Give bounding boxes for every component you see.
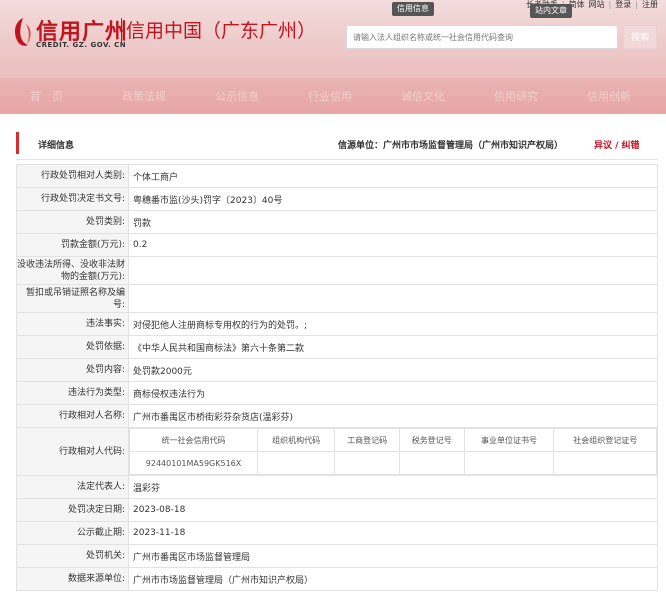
source-value: 广州市市场监督管理局（广州市知识产权局） [383,141,564,151]
code-value [553,451,657,475]
nav-innovation[interactable]: 信用创新 [587,88,631,104]
detail-card: 详细信息 信源单位：广州市市场监督管理局（广州市知识产权局） 异议 / 纠错 行… [8,120,658,592]
table-row: 公示截止期: 2023-11-18 [16,521,658,545]
logo-domain: CREDIT. GZ. GOV. CN [36,41,127,49]
row-value: 《中华人民共和国商标法》第六十条第二款 [128,335,658,359]
detail-table: 行政处罚相对人类别: 个体工商户 行政处罚决定书文号: 粤穗番市监(沙头)罚字〔20… [16,164,658,591]
code-value [463,451,555,475]
row-value: 温彩芬 [128,475,658,499]
row-label: 暂扣或吊销证照名称及编号: [16,284,129,313]
detail-card-header: 详细信息 信源单位：广州市市场监督管理局（广州市知识产权局） 异议 / 纠错 [16,126,658,160]
site-link[interactable]: 网站 [589,0,605,10]
source-unit: 信源单位：广州市市场监督管理局（广州市知识产权局） [338,138,563,151]
card-title: 详细信息 [38,141,75,151]
table-row: 处罚依据: 《中华人民共和国商标法》第六十条第二款 [16,335,658,359]
table-row: 处罚内容: 处罚款2000元 [16,358,658,382]
code-header: 社会组织登记证号 [553,428,657,452]
row-value: 商标侵权违法行为 [128,381,658,405]
row-label: 处罚内容: [16,358,129,382]
table-row: 处罚决定日期: 2023-08-18 [16,498,658,522]
table-row: 罚款金额(万元): 0.2 [16,233,658,257]
table-row: 行政相对人名称: 广州市番禺区市桥街彩芬杂货店(温彩芬) [16,404,658,428]
row-label: 处罚决定日期: [16,498,129,522]
search-input[interactable] [346,25,618,49]
nav-research[interactable]: 信用研究 [494,88,538,104]
table-row: 行政相对人代码: 统一社会信用代码 组织机构代码 工商登记码 税务登记号 事业单… [16,427,658,476]
code-header: 组织机构代码 [256,428,336,452]
table-row: 违法行为类型: 商标侵权违法行为 [16,381,658,405]
credit-info-tab[interactable]: 信用信息 [392,2,434,16]
row-label: 违法行为类型: [16,381,129,405]
row-label: 行政处罚决定书文号: [16,187,129,211]
row-label: 罚款金额(万元): [16,233,129,257]
site-subtitle: 信用中国（广东广州） [126,20,317,42]
nav-home[interactable]: 首 页 [30,88,63,104]
table-row: 数据来源单位: 广州市市场监督管理局（广州市知识产权局） [16,567,658,591]
row-value: 粤穗番市监(沙头)罚字〔2023〕40号 [128,187,658,211]
row-value: 广州市番禺区市场监督管理局 [128,544,658,568]
row-value: 广州市番禺区市桥街彩芬杂货店(温彩芬) [128,404,658,428]
row-label: 没收违法所得、没收非法财物的金额(万元): [16,256,129,285]
table-row: 行政处罚相对人类别: 个体工商户 [16,164,658,188]
site-header: 信用广州 CREDIT. GZ. GOV. CN 信用中国（广东广州） 长者助手… [0,0,666,114]
row-value: 0.2 [128,233,658,257]
code-value [256,451,336,475]
row-label: 处罚类别: [16,210,129,234]
code-cell: 统一社会信用代码 组织机构代码 工商登记码 税务登记号 事业单位证书号 社会组织… [128,427,658,476]
row-value: 对侵犯他人注册商标专用权的行为的处罚。; [128,312,658,336]
table-row: 法定代表人: 温彩芬 [16,475,658,499]
row-label: 公示截止期: [16,521,129,545]
login-link[interactable]: 登录 [615,0,631,10]
nav-industry[interactable]: 行业信用 [308,88,352,104]
row-value: 2023-08-18 [128,498,658,522]
title-accent-bar [16,132,19,154]
table-row: 行政处罚决定书文号: 粤穗番市监(沙头)罚字〔2023〕40号 [16,187,658,211]
code-subtable: 统一社会信用代码 组织机构代码 工商登记码 税务登记号 事业单位证书号 社会组织… [129,428,657,475]
row-value: 罚款 [128,210,658,234]
source-label: 信源单位： [338,141,384,151]
nav-publicity[interactable]: 公示信息 [215,88,259,104]
table-row: 暂扣或吊销证照名称及编号: [16,284,658,313]
code-value [398,451,465,475]
table-row: 处罚类别: 罚款 [16,210,658,234]
table-row: 处罚机关: 广州市番禺区市场监督管理局 [16,544,658,568]
row-value: 个体工商户 [128,164,658,188]
row-label: 违法事实: [16,312,129,336]
code-header: 工商登记码 [334,428,400,452]
row-label: 行政相对人名称: [16,404,129,428]
code-header: 事业单位证书号 [463,428,555,452]
code-value [334,451,400,475]
logo-divider [121,18,122,44]
row-value [128,256,658,285]
objection-link[interactable]: 异议 / 纠错 [594,138,640,151]
row-label: 行政处罚相对人类别: [16,164,129,188]
row-value [128,284,658,313]
register-link[interactable]: 注册 [642,0,658,10]
code-value: 92440101MA59GK516X [129,451,258,475]
table-row: 违法事实: 对侵犯他人注册商标专用权的行为的处罚。; [16,312,658,336]
row-value: 广州市市场监督管理局（广州市知识产权局） [128,567,658,591]
code-header: 税务登记号 [398,428,465,452]
logo-icon [15,18,31,46]
nav-culture[interactable]: 诚信文化 [401,88,445,104]
row-label: 处罚依据: [16,335,129,359]
code-header: 统一社会信用代码 [129,428,258,452]
row-value: 处罚款2000元 [128,358,658,382]
nav-policy[interactable]: 政策法规 [122,88,166,104]
row-label: 法定代表人: [16,475,129,499]
row-label: 数据来源单位: [16,567,129,591]
table-row: 没收违法所得、没收非法财物的金额(万元): [16,256,658,285]
main-nav: 首 页 政策法规 公示信息 行业信用 诚信文化 信用研究 信用创新 [0,88,666,104]
site-article-tab[interactable]: 站内文章 [530,4,572,18]
search-button[interactable]: 搜索 [623,25,657,49]
row-value: 2023-11-18 [128,521,658,545]
row-label: 行政相对人代码: [16,427,129,476]
row-label: 处罚机关: [16,544,129,568]
